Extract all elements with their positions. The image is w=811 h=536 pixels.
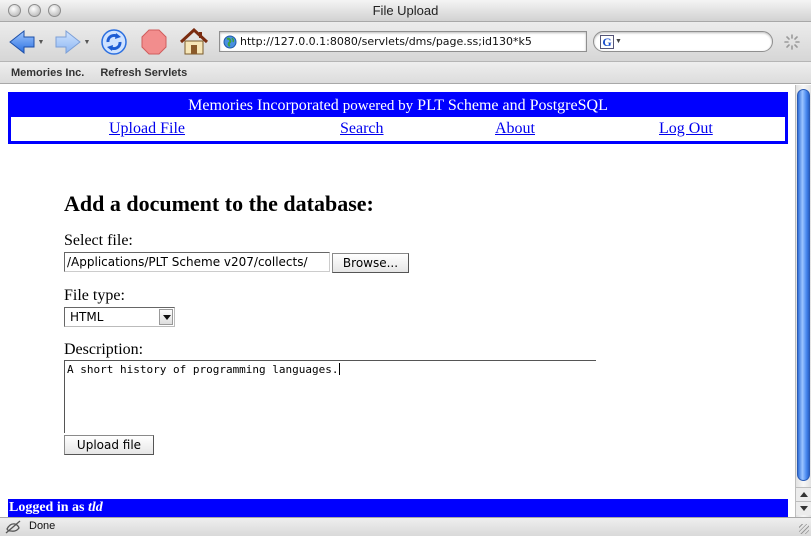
- stop-icon: [141, 29, 167, 55]
- bookmark-refresh-servlets[interactable]: Refresh Servlets: [100, 67, 187, 79]
- url-text: http://127.0.0.1:8080/servlets/dms/page.…: [240, 35, 532, 48]
- site-name: Memories Incorporated: [188, 97, 339, 114]
- file-path-input[interactable]: /Applications/PLT Scheme v207/collects/: [64, 252, 330, 272]
- status-text: Done: [29, 520, 56, 532]
- address-bar[interactable]: http://127.0.0.1:8080/servlets/dms/page.…: [219, 31, 587, 52]
- resize-grip-icon[interactable]: [799, 524, 809, 534]
- description-textarea[interactable]: A short history of programming languages…: [64, 360, 596, 433]
- text-caret: [338, 363, 340, 375]
- back-menu-icon[interactable]: ▼: [38, 39, 45, 46]
- login-status-bar: Logged in as tld: [8, 499, 788, 517]
- bookmarks-bar: Memories Inc. Refresh Servlets: [0, 62, 811, 84]
- browser-toolbar: ▼ ▼ http://127.0.0.1:8080/servlets/dms/p…: [0, 22, 811, 62]
- search-field[interactable]: G ▼: [593, 31, 773, 52]
- description-label: Description:: [64, 341, 144, 358]
- back-button[interactable]: ▼: [6, 27, 46, 57]
- file-type-label: File type:: [64, 287, 125, 304]
- loading-spinner-icon: [784, 34, 800, 50]
- home-button[interactable]: [178, 27, 210, 57]
- logged-in-prefix: Logged in as: [9, 500, 85, 515]
- page-heading: Add a document to the database:: [64, 191, 374, 216]
- forward-button[interactable]: ▼: [52, 27, 92, 57]
- nav-upload-file[interactable]: Upload File: [109, 120, 185, 138]
- scroll-down-arrow-icon[interactable]: [796, 501, 811, 515]
- upload-file-button[interactable]: Upload file: [64, 435, 154, 455]
- site-header: Memories Incorporated powered by PLT Sch…: [11, 95, 785, 117]
- globe-icon: [223, 35, 237, 48]
- vertical-scrollbar[interactable]: [795, 85, 811, 517]
- browse-button[interactable]: Browse...: [332, 253, 409, 273]
- stop-button[interactable]: [138, 27, 170, 57]
- page-content: Memories Incorporated powered by PLT Sch…: [0, 85, 795, 517]
- reload-icon: [101, 29, 127, 55]
- scroll-up-arrow-icon[interactable]: [796, 487, 811, 501]
- search-menu-icon[interactable]: ▼: [615, 38, 622, 45]
- dropdown-arrow-icon: [159, 309, 173, 325]
- home-icon: [179, 28, 209, 55]
- nav-search[interactable]: Search: [340, 120, 384, 138]
- file-type-value: HTML: [70, 310, 104, 324]
- scrollbar-thumb[interactable]: [797, 89, 810, 481]
- powered-by-text: powered by: [342, 98, 414, 114]
- tech-text: PLT Scheme and PostgreSQL: [417, 97, 608, 114]
- window-title: File Upload: [372, 3, 439, 18]
- bookmark-memories-inc[interactable]: Memories Inc.: [11, 67, 84, 79]
- window-titlebar: File Upload: [0, 0, 811, 22]
- nav-about[interactable]: About: [495, 120, 535, 138]
- file-label: Select file:: [64, 232, 133, 249]
- back-arrow-icon: [8, 29, 35, 55]
- nav-log-out[interactable]: Log Out: [659, 120, 713, 138]
- connection-status-icon: [5, 520, 21, 534]
- forward-menu-icon[interactable]: ▼: [84, 39, 91, 46]
- google-icon[interactable]: G: [600, 34, 614, 49]
- logged-in-user: tld: [87, 500, 103, 515]
- site-banner: Memories Incorporated powered by PLT Sch…: [8, 92, 788, 144]
- description-text: A short history of programming languages…: [67, 363, 339, 376]
- status-bar: Done: [0, 517, 811, 536]
- file-type-select[interactable]: HTML: [64, 307, 175, 327]
- reload-button[interactable]: [98, 27, 130, 57]
- site-nav: Upload File Search About Log Out: [11, 117, 785, 141]
- forward-arrow-icon: [55, 29, 81, 55]
